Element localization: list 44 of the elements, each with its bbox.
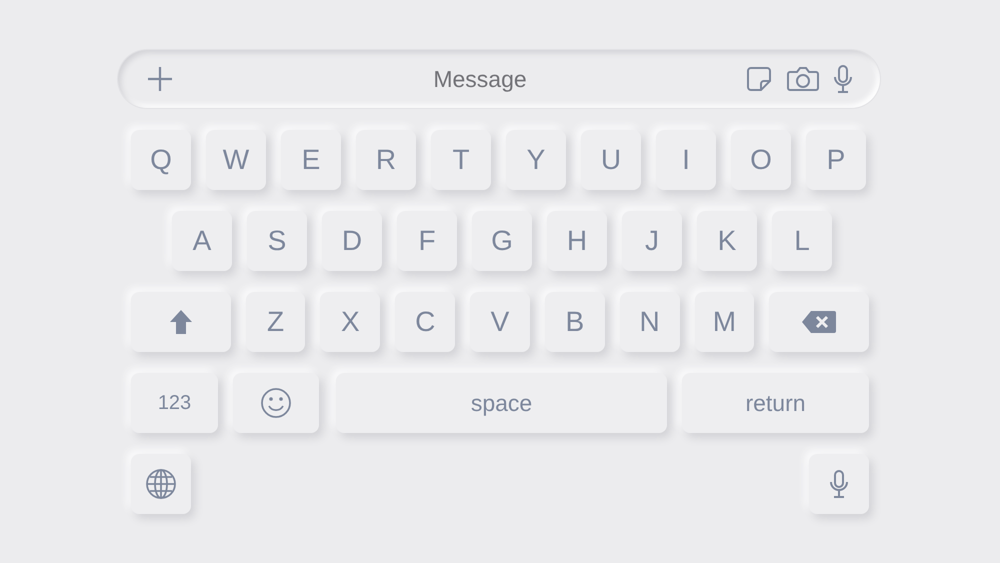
letter-key[interactable]: M xyxy=(694,292,754,352)
globe-icon xyxy=(145,468,177,500)
camera-icon[interactable] xyxy=(786,66,820,92)
microphone-icon[interactable] xyxy=(834,65,852,93)
globe-key[interactable] xyxy=(131,454,191,514)
letter-key[interactable]: Q xyxy=(131,130,191,190)
emoji-key[interactable] xyxy=(233,373,319,433)
space-bar[interactable]: space xyxy=(336,373,667,433)
letter-key[interactable]: L xyxy=(772,211,832,271)
backspace-icon xyxy=(801,310,838,334)
letter-key[interactable]: V xyxy=(470,292,530,352)
letter-key[interactable]: I xyxy=(656,130,716,190)
plus-icon[interactable] xyxy=(146,65,174,93)
letter-key[interactable]: K xyxy=(697,211,757,271)
microphone-key[interactable] xyxy=(809,454,869,514)
letter-key[interactable]: G xyxy=(472,211,532,271)
letter-key[interactable]: R xyxy=(356,130,416,190)
letter-key[interactable]: W xyxy=(206,130,266,190)
sticker-icon[interactable] xyxy=(746,66,772,92)
smiley-icon xyxy=(260,387,292,419)
letter-key[interactable]: P xyxy=(806,130,866,190)
letter-key[interactable]: C xyxy=(395,292,456,352)
letter-key[interactable]: S xyxy=(247,211,307,271)
letter-key[interactable]: A xyxy=(172,211,232,271)
letter-key[interactable]: H xyxy=(547,211,607,271)
letter-key[interactable]: N xyxy=(620,292,680,352)
message-field[interactable]: Message xyxy=(214,64,746,94)
shift-key[interactable] xyxy=(131,292,231,352)
letter-key[interactable]: E xyxy=(281,130,341,190)
letter-key[interactable]: Y xyxy=(506,130,566,190)
letter-key[interactable]: X xyxy=(320,292,380,352)
letter-key[interactable]: D xyxy=(322,211,382,271)
letter-key[interactable]: T xyxy=(431,130,491,190)
letter-key[interactable]: Z xyxy=(246,292,306,352)
letter-key[interactable]: F xyxy=(397,211,457,271)
backspace-key[interactable] xyxy=(769,292,870,352)
letter-key[interactable]: J xyxy=(622,211,682,271)
letter-key[interactable]: O xyxy=(731,130,791,190)
microphone-icon xyxy=(830,470,848,498)
letter-key[interactable]: U xyxy=(581,130,641,190)
numbers-key[interactable]: 123 xyxy=(131,373,218,433)
shift-icon xyxy=(168,309,193,335)
return-key[interactable]: return xyxy=(682,373,869,433)
letter-key[interactable]: B xyxy=(544,292,605,352)
